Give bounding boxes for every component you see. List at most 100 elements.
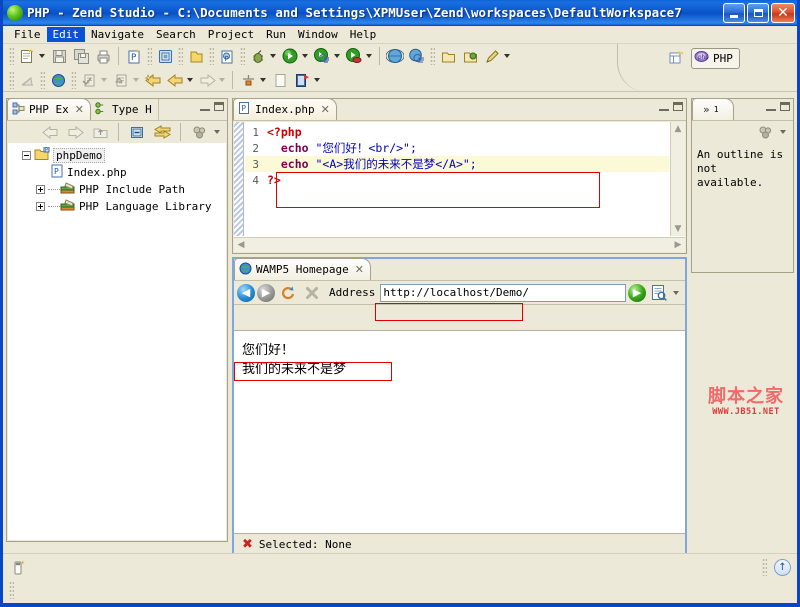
- run-icon[interactable]: [279, 45, 301, 67]
- editor-gutter[interactable]: [234, 122, 244, 236]
- next-annotation-icon[interactable]: [78, 69, 100, 91]
- new-folder-icon[interactable]: [185, 45, 207, 67]
- run-last-tool-dropdown-icon[interactable]: [366, 54, 372, 58]
- open-package-icon[interactable]: [459, 45, 481, 67]
- minimize-view-icon[interactable]: [766, 102, 776, 111]
- next-annotation-dropdown-icon[interactable]: [101, 78, 107, 82]
- edit-icon[interactable]: [481, 45, 503, 67]
- open-type-icon[interactable]: [154, 45, 176, 67]
- tree-item-index-php[interactable]: P Index.php: [8, 164, 226, 181]
- run-dropdown-icon[interactable]: [302, 54, 308, 58]
- close-icon[interactable]: ✕: [321, 103, 330, 116]
- tab-outline[interactable]: » 1: [692, 98, 734, 120]
- browser-icon[interactable]: [384, 45, 406, 67]
- status-grip[interactable]: [762, 558, 767, 576]
- edit-dropdown-icon[interactable]: [504, 54, 510, 58]
- status-grip[interactable]: [9, 581, 14, 599]
- tab-type-hierarchy[interactable]: Type H: [91, 99, 159, 120]
- save-icon[interactable]: [48, 45, 70, 67]
- menu-window[interactable]: Window: [292, 27, 344, 42]
- debug-dropdown-icon[interactable]: [270, 54, 276, 58]
- view-chevron-icon[interactable]: [214, 130, 220, 134]
- collapse-all-icon[interactable]: [126, 121, 148, 143]
- go-icon[interactable]: ▶: [628, 283, 646, 302]
- menu-search[interactable]: Search: [150, 27, 202, 42]
- view-chevron-icon[interactable]: [780, 130, 786, 134]
- tree-item-php-include-path[interactable]: PHP Include Path: [8, 181, 226, 198]
- link-with-editor-icon[interactable]: [151, 121, 173, 143]
- menu-run[interactable]: Run: [260, 27, 292, 42]
- view-menu-icon[interactable]: [188, 121, 210, 143]
- tab-php-explorer[interactable]: PHP Ex ✕: [7, 98, 91, 120]
- back-icon[interactable]: ◀: [237, 283, 255, 302]
- toolbar-grip[interactable]: [9, 47, 14, 65]
- forward-icon[interactable]: ▶: [257, 283, 275, 302]
- globe-icon[interactable]: [47, 69, 69, 91]
- up-icon[interactable]: [89, 121, 111, 143]
- up-arrow-icon[interactable]: ↑: [774, 558, 791, 576]
- maximize-view-icon[interactable]: [214, 102, 224, 111]
- menu-edit[interactable]: Edit: [46, 27, 85, 42]
- code-line[interactable]: 4 ?>: [245, 172, 669, 188]
- address-input[interactable]: [380, 283, 626, 302]
- scroll-down-icon[interactable]: ▼: [671, 222, 685, 236]
- toggle-breakpoint-dropdown-icon[interactable]: [260, 78, 266, 82]
- code-line[interactable]: 1 <?php: [245, 124, 669, 140]
- forward-arrow-icon[interactable]: [196, 69, 218, 91]
- toolbar-grip[interactable]: [430, 47, 435, 65]
- tree-item-phpdemo[interactable]: P phpDemo: [8, 146, 226, 164]
- code-line[interactable]: 3 echo "<A>我们的未来不是梦</A>";: [245, 156, 669, 172]
- view-chevron-icon[interactable]: [673, 290, 679, 295]
- maximize-view-icon[interactable]: [780, 102, 790, 111]
- editor-horizontal-scrollbar[interactable]: ◀ ▶: [234, 237, 685, 252]
- back-arrow-icon[interactable]: [164, 69, 186, 91]
- previous-annotation-icon[interactable]: [110, 69, 132, 91]
- close-icon[interactable]: ✕: [75, 103, 84, 116]
- new-php-project-icon[interactable]: P: [123, 45, 145, 67]
- toolbar-grip[interactable]: [240, 47, 245, 65]
- exit-debug-icon[interactable]: [291, 69, 313, 91]
- back-star-icon[interactable]: [142, 69, 164, 91]
- forward-icon[interactable]: [64, 121, 86, 143]
- run-profile-dropdown-icon[interactable]: [334, 54, 340, 58]
- menu-project[interactable]: Project: [202, 27, 260, 42]
- menu-navigate[interactable]: Navigate: [85, 27, 150, 42]
- open-perspective-icon[interactable]: [665, 47, 687, 69]
- expander-plus-icon[interactable]: [36, 185, 45, 194]
- run-last-tool-icon[interactable]: [343, 45, 365, 67]
- refresh-icon[interactable]: [277, 282, 299, 304]
- minimize-button[interactable]: [723, 2, 745, 23]
- stop-icon[interactable]: [301, 282, 323, 304]
- tab-index-php[interactable]: P Index.php ✕: [233, 98, 337, 120]
- close-icon[interactable]: ✕: [355, 263, 364, 276]
- toolbar-grip[interactable]: [147, 47, 152, 65]
- run-profile-icon[interactable]: [311, 45, 333, 67]
- toggle-breakpoint-icon[interactable]: [237, 69, 259, 91]
- new-file-dropdown-icon[interactable]: [39, 54, 45, 58]
- page-source-icon[interactable]: [648, 282, 670, 304]
- expander-plus-icon[interactable]: [36, 202, 45, 211]
- close-button[interactable]: ✕: [771, 2, 795, 23]
- new-file-icon[interactable]: [16, 45, 38, 67]
- scroll-up-icon[interactable]: ▲: [671, 122, 685, 136]
- scroll-right-icon[interactable]: ▶: [671, 238, 685, 252]
- toolbar-grip[interactable]: [209, 47, 214, 65]
- print-icon[interactable]: [92, 45, 114, 67]
- back-icon[interactable]: [39, 121, 61, 143]
- forward-dropdown-icon[interactable]: [219, 78, 225, 82]
- toolbar-grip[interactable]: [40, 71, 45, 89]
- maximize-button[interactable]: [747, 2, 769, 23]
- tab-wamp5-homepage[interactable]: WAMP5 Homepage ✕: [234, 258, 371, 280]
- previous-annotation-dropdown-icon[interactable]: [133, 78, 139, 82]
- expander-minus-icon[interactable]: [22, 151, 31, 160]
- graph-icon[interactable]: [16, 69, 38, 91]
- view-menu-icon[interactable]: [754, 121, 776, 143]
- toolbar-grip[interactable]: [9, 71, 14, 89]
- exit-debug-dropdown-icon[interactable]: [314, 78, 320, 82]
- minimize-view-icon[interactable]: [659, 102, 669, 111]
- perspective-php-button[interactable]: php PHP: [691, 47, 740, 69]
- code-editor[interactable]: 1 <?php 2 echo "您们好！<br/>"; 3 echo "<A>我…: [234, 122, 685, 252]
- open-resource-icon[interactable]: [437, 45, 459, 67]
- editor-vertical-scrollbar[interactable]: ▲ ▼: [670, 122, 685, 236]
- toolbar-grip[interactable]: [178, 47, 183, 65]
